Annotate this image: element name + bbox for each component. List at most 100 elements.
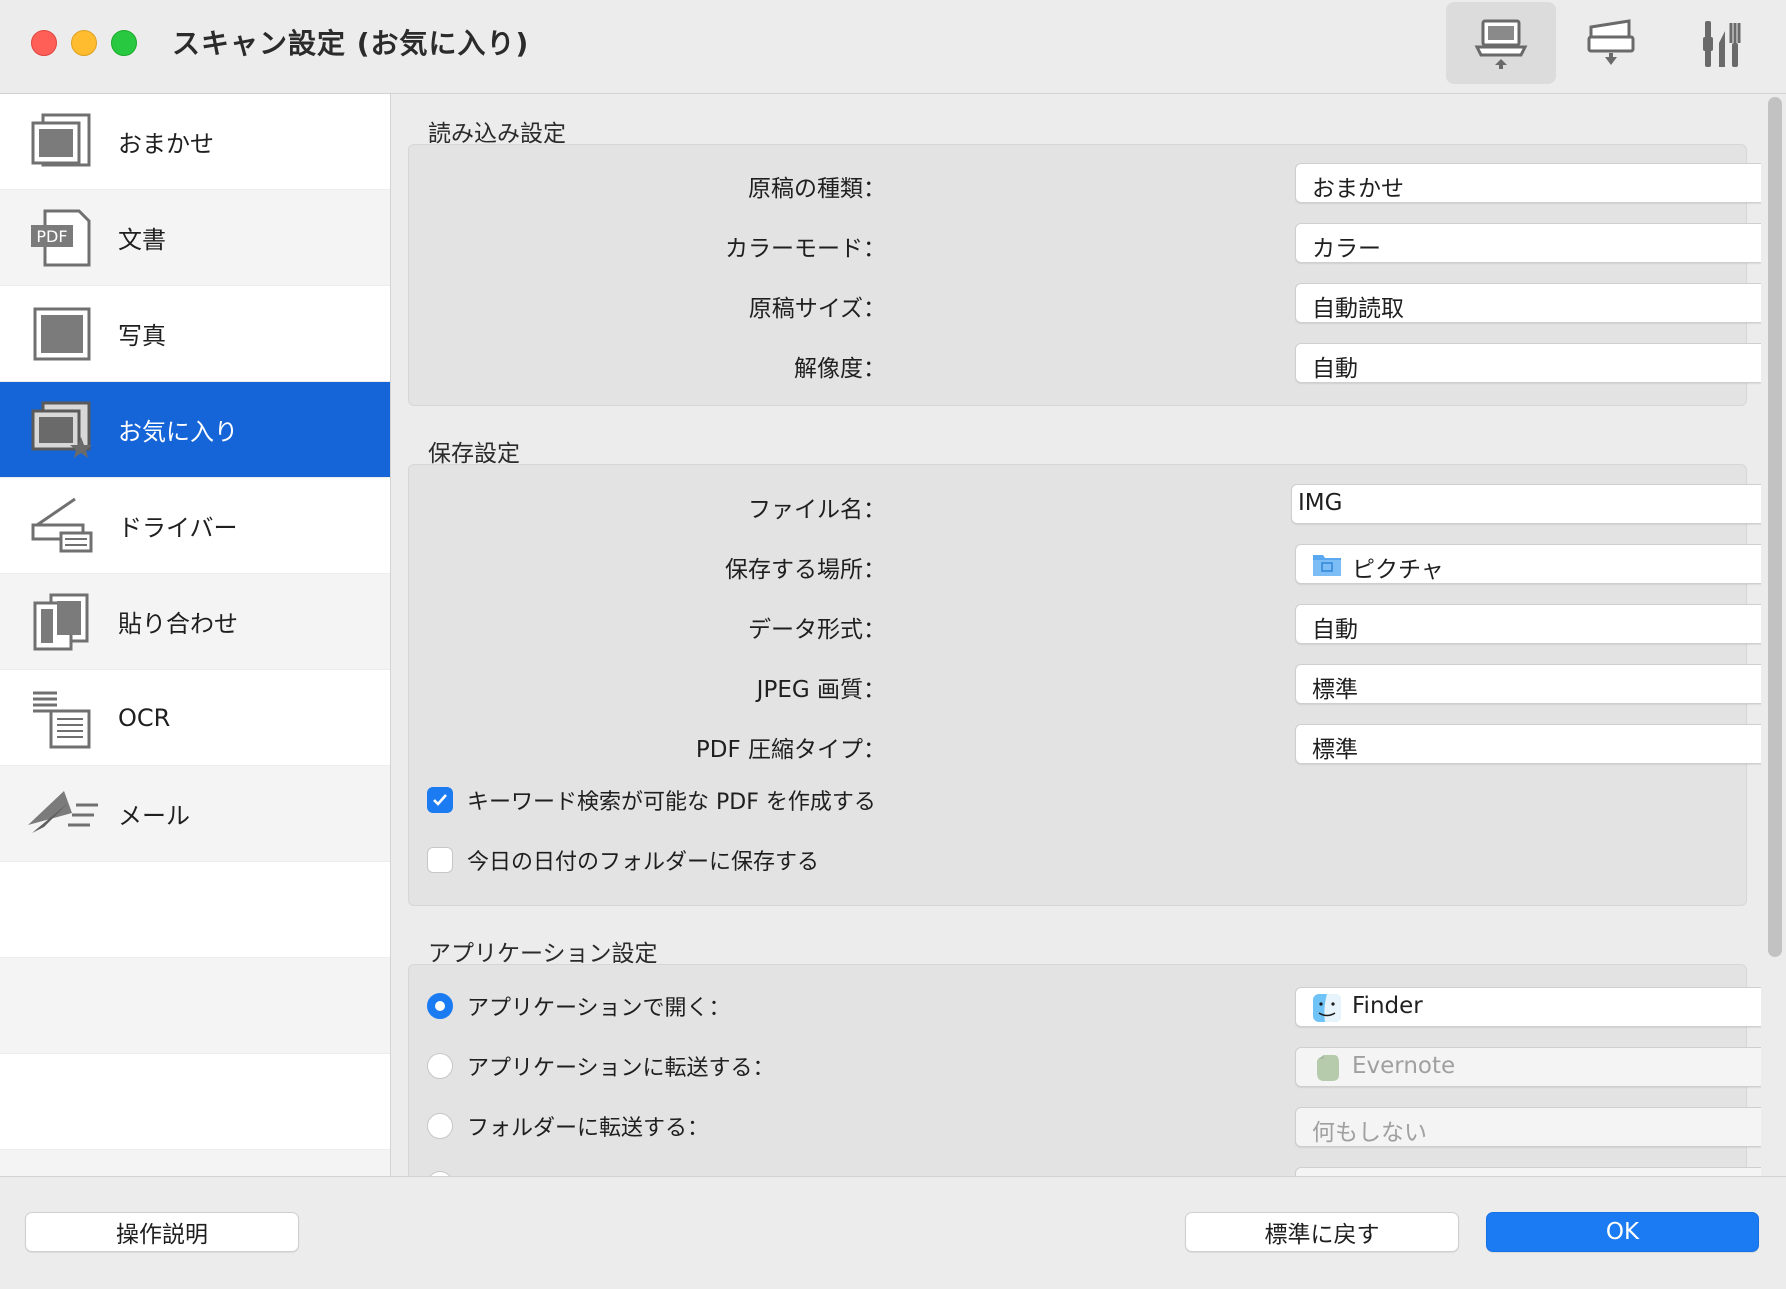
- resolution-row: 解像度： 自動: [409, 343, 1761, 385]
- save-location-select[interactable]: ピクチャ: [1295, 544, 1761, 584]
- color-mode-label: カラーモード：: [725, 236, 886, 262]
- send-to-folder-radio[interactable]: [427, 1113, 453, 1139]
- open-with-app-radio[interactable]: [427, 993, 453, 1019]
- send-to-app-option[interactable]: アプリケーションに転送する：: [427, 1051, 775, 1081]
- send-folder-value: 何もしない: [1312, 1120, 1427, 1146]
- filename-row: ファイル名： IMG: [409, 484, 1761, 526]
- pdf-compression-select[interactable]: 標準: [1295, 724, 1761, 764]
- data-format-row: データ形式： 自動: [409, 604, 1761, 646]
- scanner-driver-icon: [24, 491, 100, 561]
- paper-size-label: 原稿サイズ：: [748, 296, 886, 322]
- ocr-icon: [24, 683, 100, 753]
- sidebar-empty-row: [0, 958, 390, 1054]
- data-format-label: データ形式：: [748, 617, 886, 643]
- filename-combobox[interactable]: IMG: [1291, 484, 1761, 524]
- scrollbar[interactable]: [1768, 97, 1782, 957]
- date-folder-checkbox[interactable]: [427, 847, 453, 873]
- sidebar-item-document[interactable]: PDF 文書: [0, 190, 390, 286]
- minimize-window-button[interactable]: [71, 30, 97, 56]
- date-folder-label: 今日の日付のフォルダーに保存する: [467, 850, 820, 875]
- send-to-folder-option[interactable]: フォルダーに転送する：: [427, 1111, 709, 1141]
- sidebar-item-stitch[interactable]: 貼り合わせ: [0, 574, 390, 670]
- filename-value: IMG: [1298, 490, 1343, 516]
- open-app-select[interactable]: Finder: [1295, 987, 1761, 1027]
- mail-icon: [24, 779, 100, 849]
- open-app-value: Finder: [1352, 993, 1423, 1019]
- sidebar-item-auto[interactable]: おまかせ: [0, 94, 390, 190]
- document-type-select[interactable]: おまかせ: [1295, 163, 1761, 203]
- searchable-pdf-checkbox[interactable]: [427, 787, 453, 813]
- window-title: スキャン設定 (お気に入り): [172, 27, 530, 60]
- paper-size-value: 自動読取: [1312, 296, 1404, 322]
- settings-panel[interactable]: 読み込み設定 原稿の種類： おまかせ カラーモード： カラー 原稿サイズ： 自動…: [391, 94, 1761, 1176]
- evernote-icon: [1312, 1053, 1342, 1087]
- stitch-icon: [24, 587, 100, 657]
- reset-defaults-button[interactable]: 標準に戻す: [1185, 1212, 1459, 1252]
- jpeg-quality-row: JPEG 画質： 標準: [409, 664, 1761, 706]
- sidebar-item-label: ドライバー: [118, 514, 238, 542]
- checkmark-icon: [433, 794, 447, 806]
- save-location-value: ピクチャ: [1352, 557, 1444, 583]
- scan-settings-group: 原稿の種類： おまかせ カラーモード： カラー 原稿サイズ： 自動読取 解像度：…: [408, 144, 1761, 406]
- sidebar-item-label: OCR: [118, 703, 171, 732]
- help-button[interactable]: 操作説明: [25, 1212, 299, 1252]
- sidebar-item-label: 写真: [118, 322, 166, 350]
- save-settings-heading: 保存設定: [428, 441, 520, 467]
- close-window-button[interactable]: [31, 30, 57, 56]
- sidebar-item-label: お気に入り: [118, 418, 238, 446]
- send-folder-select[interactable]: 何もしない: [1295, 1107, 1761, 1147]
- scanner-panel-tab[interactable]: [1556, 2, 1666, 84]
- send-app-select[interactable]: Evernote: [1295, 1047, 1761, 1087]
- favorite-icon: [24, 395, 100, 465]
- photo-icon: [24, 299, 100, 369]
- open-with-app-label: アプリケーションで開く：: [467, 996, 731, 1021]
- ok-button[interactable]: OK: [1486, 1212, 1759, 1252]
- paper-size-row: 原稿サイズ： 自動読取: [409, 283, 1761, 325]
- resolution-select[interactable]: 自動: [1295, 343, 1761, 383]
- searchable-pdf-option[interactable]: キーワード検索が可能な PDF を作成する: [427, 785, 876, 815]
- save-location-label: 保存する場所：: [725, 557, 886, 583]
- date-folder-option[interactable]: 今日の日付のフォルダーに保存する: [427, 845, 819, 875]
- send-to-app-label: アプリケーションに転送する：: [467, 1056, 775, 1081]
- pdf-compression-row: PDF 圧縮タイプ： 標準: [409, 724, 1761, 766]
- send-to-app-radio[interactable]: [427, 1053, 453, 1079]
- sidebar-item-label: メール: [118, 802, 190, 830]
- scan-settings-heading: 読み込み設定: [428, 121, 566, 147]
- computer-scan-tab[interactable]: [1446, 2, 1556, 84]
- app-settings-group: アプリケーションで開く： Finder アプリケーションに転送する： Evern…: [408, 964, 1761, 1176]
- resolution-label: 解像度：: [794, 356, 886, 382]
- app-settings-heading: アプリケーション設定: [428, 941, 658, 967]
- zoom-window-button[interactable]: [111, 30, 137, 56]
- tools-tab[interactable]: [1666, 2, 1776, 84]
- data-format-select[interactable]: 自動: [1295, 604, 1761, 644]
- document-type-value: おまかせ: [1312, 176, 1404, 202]
- jpeg-quality-select[interactable]: 標準: [1295, 664, 1761, 704]
- sidebar-empty-row: [0, 1150, 390, 1176]
- sidebar-item-photo[interactable]: 写真: [0, 286, 390, 382]
- color-mode-select[interactable]: カラー: [1295, 223, 1761, 263]
- cutoff-option-select[interactable]: [1295, 1167, 1761, 1176]
- color-mode-row: カラーモード： カラー: [409, 223, 1761, 265]
- searchable-pdf-label: キーワード検索が可能な PDF を作成する: [467, 790, 876, 815]
- sidebar-item-label: 文書: [118, 226, 166, 254]
- sidebar-item-driver[interactable]: ドライバー: [0, 478, 390, 574]
- sidebar-item-mail[interactable]: メール: [0, 766, 390, 862]
- sidebar-empty-row: [0, 862, 390, 958]
- open-with-app-option[interactable]: アプリケーションで開く：: [427, 991, 731, 1021]
- resolution-value: 自動: [1312, 356, 1358, 382]
- pdf-compression-label: PDF 圧縮タイプ：: [695, 737, 886, 763]
- folder-icon: [1312, 551, 1342, 581]
- filename-label: ファイル名：: [748, 497, 886, 523]
- paper-size-select[interactable]: 自動読取: [1295, 283, 1761, 323]
- sidebar-item-ocr[interactable]: OCR: [0, 670, 390, 766]
- auto-scan-icon: [24, 107, 100, 177]
- jpeg-quality-value: 標準: [1312, 677, 1358, 703]
- sidebar-item-label: 貼り合わせ: [118, 610, 238, 638]
- sidebar-empty-row: [0, 1054, 390, 1150]
- data-format-value: 自動: [1312, 617, 1358, 643]
- pdf-compression-value: 標準: [1312, 737, 1358, 763]
- sidebar-item-favorite[interactable]: お気に入り: [0, 382, 390, 478]
- document-type-label: 原稿の種類：: [748, 176, 886, 202]
- document-type-row: 原稿の種類： おまかせ: [409, 163, 1761, 205]
- computer-scan-icon: [1474, 19, 1528, 69]
